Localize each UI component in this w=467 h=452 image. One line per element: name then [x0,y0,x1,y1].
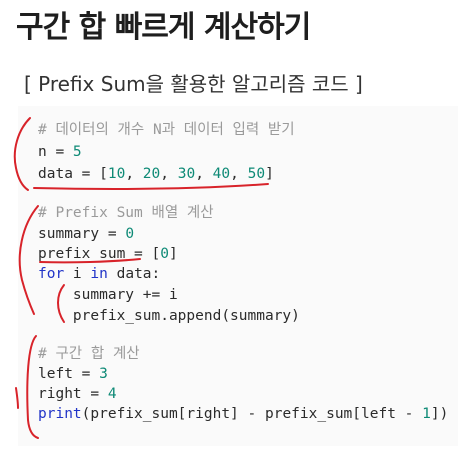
code-comment-range: # 구간 합 계산 [38,346,140,362]
code-line-right: right = 4 [38,386,117,402]
code-comment-input: # 데이터의 개수 N과 데이터 입력 받기 [38,122,295,138]
code-comment-prefix: # Prefix Sum 배열 계산 [38,205,214,221]
code-line-left: left = 3 [38,366,108,382]
code-line-for: for i in data: [38,266,161,282]
code-line-data: data = [10, 20, 30, 40, 50] [38,166,274,182]
code-line-prefix-sum: prefix_sum = [0] [38,246,178,262]
code-line-append: prefix_sum.append(summary) [38,308,300,324]
code-line-accumulate: summary += i [38,287,178,303]
code-line-print: print(prefix_sum[right] - prefix_sum[lef… [38,406,449,422]
code-line-n: n = 5 [38,144,82,160]
code-line-summary: summary = 0 [38,226,135,242]
subtitle: [ Prefix Sum을 활용한 알고리즘 코드 ] [24,72,363,96]
page-title: 구간 합 빠르게 계산하기 [16,10,311,45]
